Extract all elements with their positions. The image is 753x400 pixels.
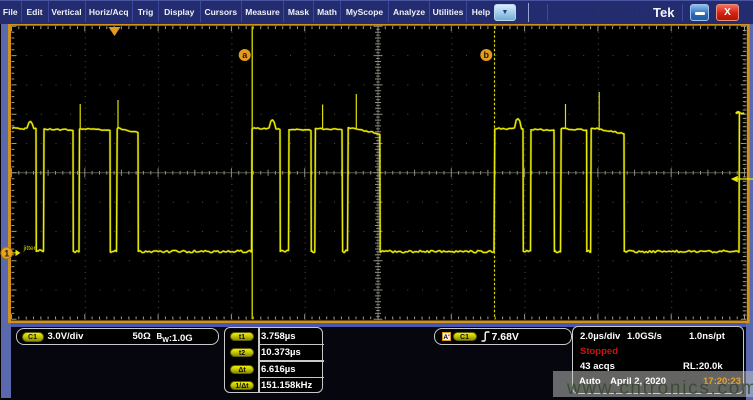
svg-text:b: b — [484, 50, 490, 60]
svg-text:1: 1 — [4, 249, 9, 259]
svg-text:jitter: jitter — [23, 245, 37, 252]
